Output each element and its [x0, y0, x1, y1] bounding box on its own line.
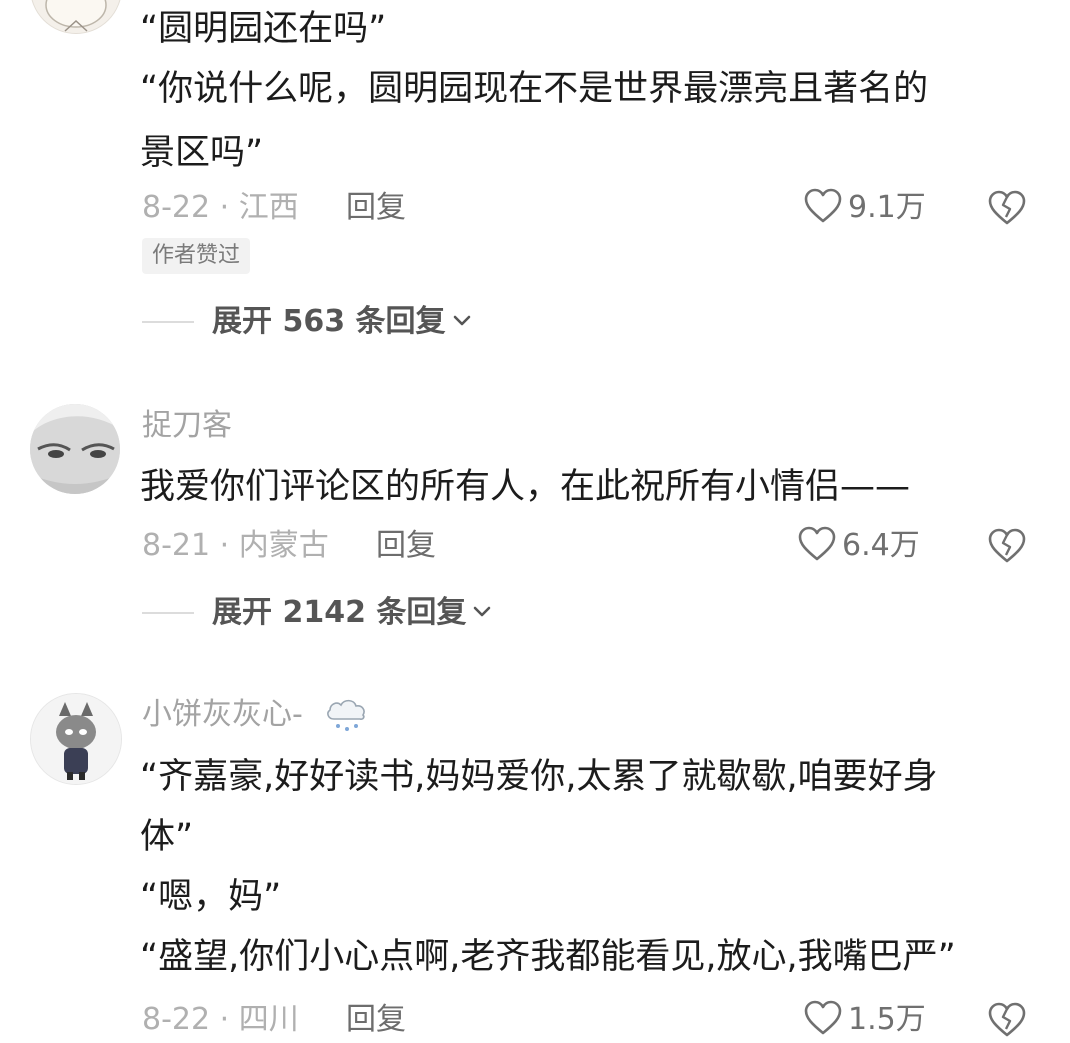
- username[interactable]: 小饼灰灰心-: [142, 695, 303, 735]
- reply-button[interactable]: 回复: [376, 526, 436, 566]
- comment-text-line: 体”: [140, 817, 194, 857]
- username[interactable]: 捉刀客: [142, 406, 232, 446]
- comment-text-line: “嗯，妈”: [140, 877, 282, 917]
- broken-heart-icon[interactable]: [988, 1002, 1026, 1042]
- broken-heart-icon[interactable]: [988, 528, 1026, 568]
- avatar[interactable]: [30, 693, 122, 785]
- like-count: 6.4万: [842, 528, 920, 563]
- reply-button[interactable]: 回复: [346, 188, 406, 228]
- broken-heart-icon[interactable]: [988, 190, 1026, 230]
- heart-outline-icon: [804, 188, 842, 228]
- author-liked-badge: 作者赞过: [142, 238, 251, 274]
- avatar[interactable]: [30, 404, 120, 494]
- expand-replies-button[interactable]: 展开 563 条回复: [142, 302, 472, 342]
- comment-text-line: “盛望,你们小心点啊,老齐我都能看见,放心,我嘴巴严”: [140, 937, 956, 977]
- comment-text-line: 我爱你们评论区的所有人，在此祝所有小情侣——: [140, 467, 911, 507]
- comment-text-line: “圆明园还在吗”: [140, 9, 387, 49]
- like-button[interactable]: 9.1万: [804, 188, 926, 228]
- heart-outline-icon: [798, 526, 836, 566]
- comment-text-line: “你说什么呢，圆明园现在不是世界最漂亮且著名的: [140, 69, 929, 109]
- divider-line: [142, 612, 194, 614]
- comment-text-line: “齐嘉豪,好好读书,妈妈爱你,太累了就歇歇,咱要好身: [140, 757, 938, 797]
- comment-date-location: 8-22 · 江西: [142, 190, 299, 225]
- like-button[interactable]: 1.5万: [804, 1000, 926, 1040]
- divider-line: [142, 321, 194, 323]
- comment-date-location: 8-22 · 四川: [142, 1002, 299, 1037]
- heart-outline-icon: [804, 1000, 842, 1040]
- like-count: 9.1万: [848, 190, 926, 225]
- like-count: 1.5万: [848, 1002, 926, 1037]
- chevron-down-icon: [472, 604, 492, 623]
- avatar[interactable]: [30, 0, 122, 34]
- expand-replies-label: 展开 563 条回复: [212, 304, 446, 339]
- expand-replies-button[interactable]: 展开 2142 条回复: [142, 593, 492, 633]
- like-button[interactable]: 6.4万: [798, 526, 920, 566]
- comment-date-location: 8-21 · 内蒙古: [142, 528, 329, 563]
- snow-cloud-icon: [322, 695, 370, 739]
- expand-replies-label: 展开 2142 条回复: [212, 595, 467, 630]
- chevron-down-icon: [452, 313, 472, 332]
- reply-button[interactable]: 回复: [346, 1000, 406, 1040]
- comment-text-line: 景区吗”: [140, 133, 264, 173]
